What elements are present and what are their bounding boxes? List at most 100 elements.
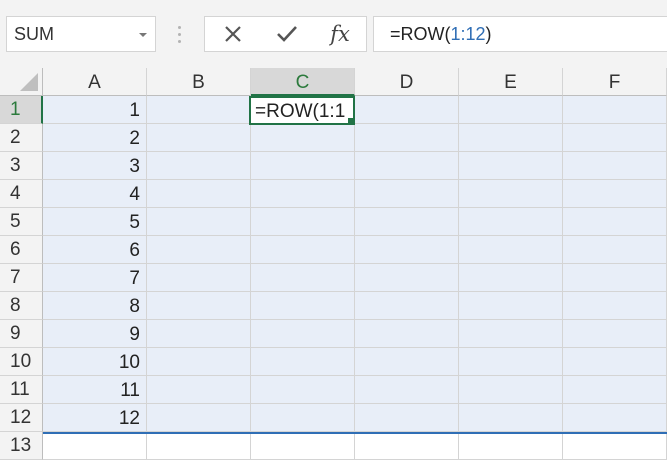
cell-f13[interactable] bbox=[563, 432, 667, 460]
column-header-f[interactable]: F bbox=[563, 68, 667, 96]
insert-function-button[interactable]: fx bbox=[320, 17, 360, 51]
row-header-3[interactable]: 3 bbox=[0, 152, 43, 180]
cell-e12[interactable] bbox=[459, 404, 563, 432]
cell-a6[interactable]: 6 bbox=[43, 236, 147, 264]
column-header-d[interactable]: D bbox=[355, 68, 459, 96]
chevron-down-icon[interactable] bbox=[139, 33, 147, 37]
name-box[interactable]: SUM bbox=[6, 16, 156, 52]
cell-a10[interactable]: 10 bbox=[43, 348, 147, 376]
cell-d2[interactable] bbox=[355, 124, 459, 152]
cell-c2[interactable] bbox=[251, 124, 355, 152]
cell-e13[interactable] bbox=[459, 432, 563, 460]
cell-b13[interactable] bbox=[147, 432, 251, 460]
cell-d13[interactable] bbox=[355, 432, 459, 460]
cell-c12[interactable] bbox=[251, 404, 355, 432]
cell-b11[interactable] bbox=[147, 376, 251, 404]
cell-a1[interactable]: 1 bbox=[43, 96, 147, 124]
row-header-5[interactable]: 5 bbox=[0, 208, 43, 236]
cell-a9[interactable]: 9 bbox=[43, 320, 147, 348]
drag-handle-icon[interactable] bbox=[178, 26, 182, 44]
cell-f12[interactable] bbox=[563, 404, 667, 432]
cell-e1[interactable] bbox=[459, 96, 563, 124]
cell-d9[interactable] bbox=[355, 320, 459, 348]
cell-e4[interactable] bbox=[459, 180, 563, 208]
cell-b1[interactable] bbox=[147, 96, 251, 124]
cell-d10[interactable] bbox=[355, 348, 459, 376]
row-header-11[interactable]: 11 bbox=[0, 376, 43, 404]
cell-c7[interactable] bbox=[251, 264, 355, 292]
cell-f10[interactable] bbox=[563, 348, 667, 376]
row-header-4[interactable]: 4 bbox=[0, 180, 43, 208]
cell-a4[interactable]: 4 bbox=[43, 180, 147, 208]
row-header-13[interactable]: 13 bbox=[0, 432, 43, 460]
column-header-e[interactable]: E bbox=[459, 68, 563, 96]
cell-b10[interactable] bbox=[147, 348, 251, 376]
fill-handle[interactable] bbox=[347, 117, 353, 123]
cell-d1[interactable] bbox=[355, 96, 459, 124]
row-header-6[interactable]: 6 bbox=[0, 236, 43, 264]
row-header-1[interactable]: 1 bbox=[0, 96, 43, 124]
cell-d11[interactable] bbox=[355, 376, 459, 404]
cell-e6[interactable] bbox=[459, 236, 563, 264]
cell-e9[interactable] bbox=[459, 320, 563, 348]
cell-d8[interactable] bbox=[355, 292, 459, 320]
cell-a12[interactable]: 12 bbox=[43, 404, 147, 432]
enter-button[interactable] bbox=[267, 17, 307, 51]
cell-e7[interactable] bbox=[459, 264, 563, 292]
cell-e11[interactable] bbox=[459, 376, 563, 404]
row-header-10[interactable]: 10 bbox=[0, 348, 43, 376]
row-header-12[interactable]: 12 bbox=[0, 404, 43, 432]
cancel-button[interactable] bbox=[213, 17, 253, 51]
cell-b5[interactable] bbox=[147, 208, 251, 236]
cell-d12[interactable] bbox=[355, 404, 459, 432]
cell-c11[interactable] bbox=[251, 376, 355, 404]
cell-a11[interactable]: 11 bbox=[43, 376, 147, 404]
cell-f2[interactable] bbox=[563, 124, 667, 152]
cell-b4[interactable] bbox=[147, 180, 251, 208]
cell-e5[interactable] bbox=[459, 208, 563, 236]
cell-f3[interactable] bbox=[563, 152, 667, 180]
cell-b6[interactable] bbox=[147, 236, 251, 264]
cell-d5[interactable] bbox=[355, 208, 459, 236]
cell-b2[interactable] bbox=[147, 124, 251, 152]
cell-e10[interactable] bbox=[459, 348, 563, 376]
cell-b7[interactable] bbox=[147, 264, 251, 292]
cell-f5[interactable] bbox=[563, 208, 667, 236]
cell-d6[interactable] bbox=[355, 236, 459, 264]
cell-c4[interactable] bbox=[251, 180, 355, 208]
cell-a2[interactable]: 2 bbox=[43, 124, 147, 152]
cell-c5[interactable] bbox=[251, 208, 355, 236]
cell-f1[interactable] bbox=[563, 96, 667, 124]
formula-input[interactable]: =ROW(1:12) bbox=[373, 16, 667, 52]
column-header-b[interactable]: B bbox=[147, 68, 251, 96]
cell-c3[interactable] bbox=[251, 152, 355, 180]
cell-e8[interactable] bbox=[459, 292, 563, 320]
cell-a5[interactable]: 5 bbox=[43, 208, 147, 236]
cell-a3[interactable]: 3 bbox=[43, 152, 147, 180]
cell-c6[interactable] bbox=[251, 236, 355, 264]
cell-b12[interactable] bbox=[147, 404, 251, 432]
row-header-2[interactable]: 2 bbox=[0, 124, 43, 152]
cell-f8[interactable] bbox=[563, 292, 667, 320]
cell-c13[interactable] bbox=[251, 432, 355, 460]
column-header-c[interactable]: C bbox=[251, 68, 355, 96]
row-header-8[interactable]: 8 bbox=[0, 292, 43, 320]
cell-b9[interactable] bbox=[147, 320, 251, 348]
column-header-a[interactable]: A bbox=[43, 68, 147, 96]
cell-a8[interactable]: 8 bbox=[43, 292, 147, 320]
cell-f7[interactable] bbox=[563, 264, 667, 292]
cell-e2[interactable] bbox=[459, 124, 563, 152]
cell-a13[interactable] bbox=[43, 432, 147, 460]
cell-b8[interactable] bbox=[147, 292, 251, 320]
select-all-button[interactable] bbox=[0, 68, 43, 96]
cell-c9[interactable] bbox=[251, 320, 355, 348]
cell-b3[interactable] bbox=[147, 152, 251, 180]
row-header-9[interactable]: 9 bbox=[0, 320, 43, 348]
cell-d3[interactable] bbox=[355, 152, 459, 180]
cell-f6[interactable] bbox=[563, 236, 667, 264]
cell-a7[interactable]: 7 bbox=[43, 264, 147, 292]
cell-f4[interactable] bbox=[563, 180, 667, 208]
cell-f9[interactable] bbox=[563, 320, 667, 348]
cell-d7[interactable] bbox=[355, 264, 459, 292]
cell-f11[interactable] bbox=[563, 376, 667, 404]
